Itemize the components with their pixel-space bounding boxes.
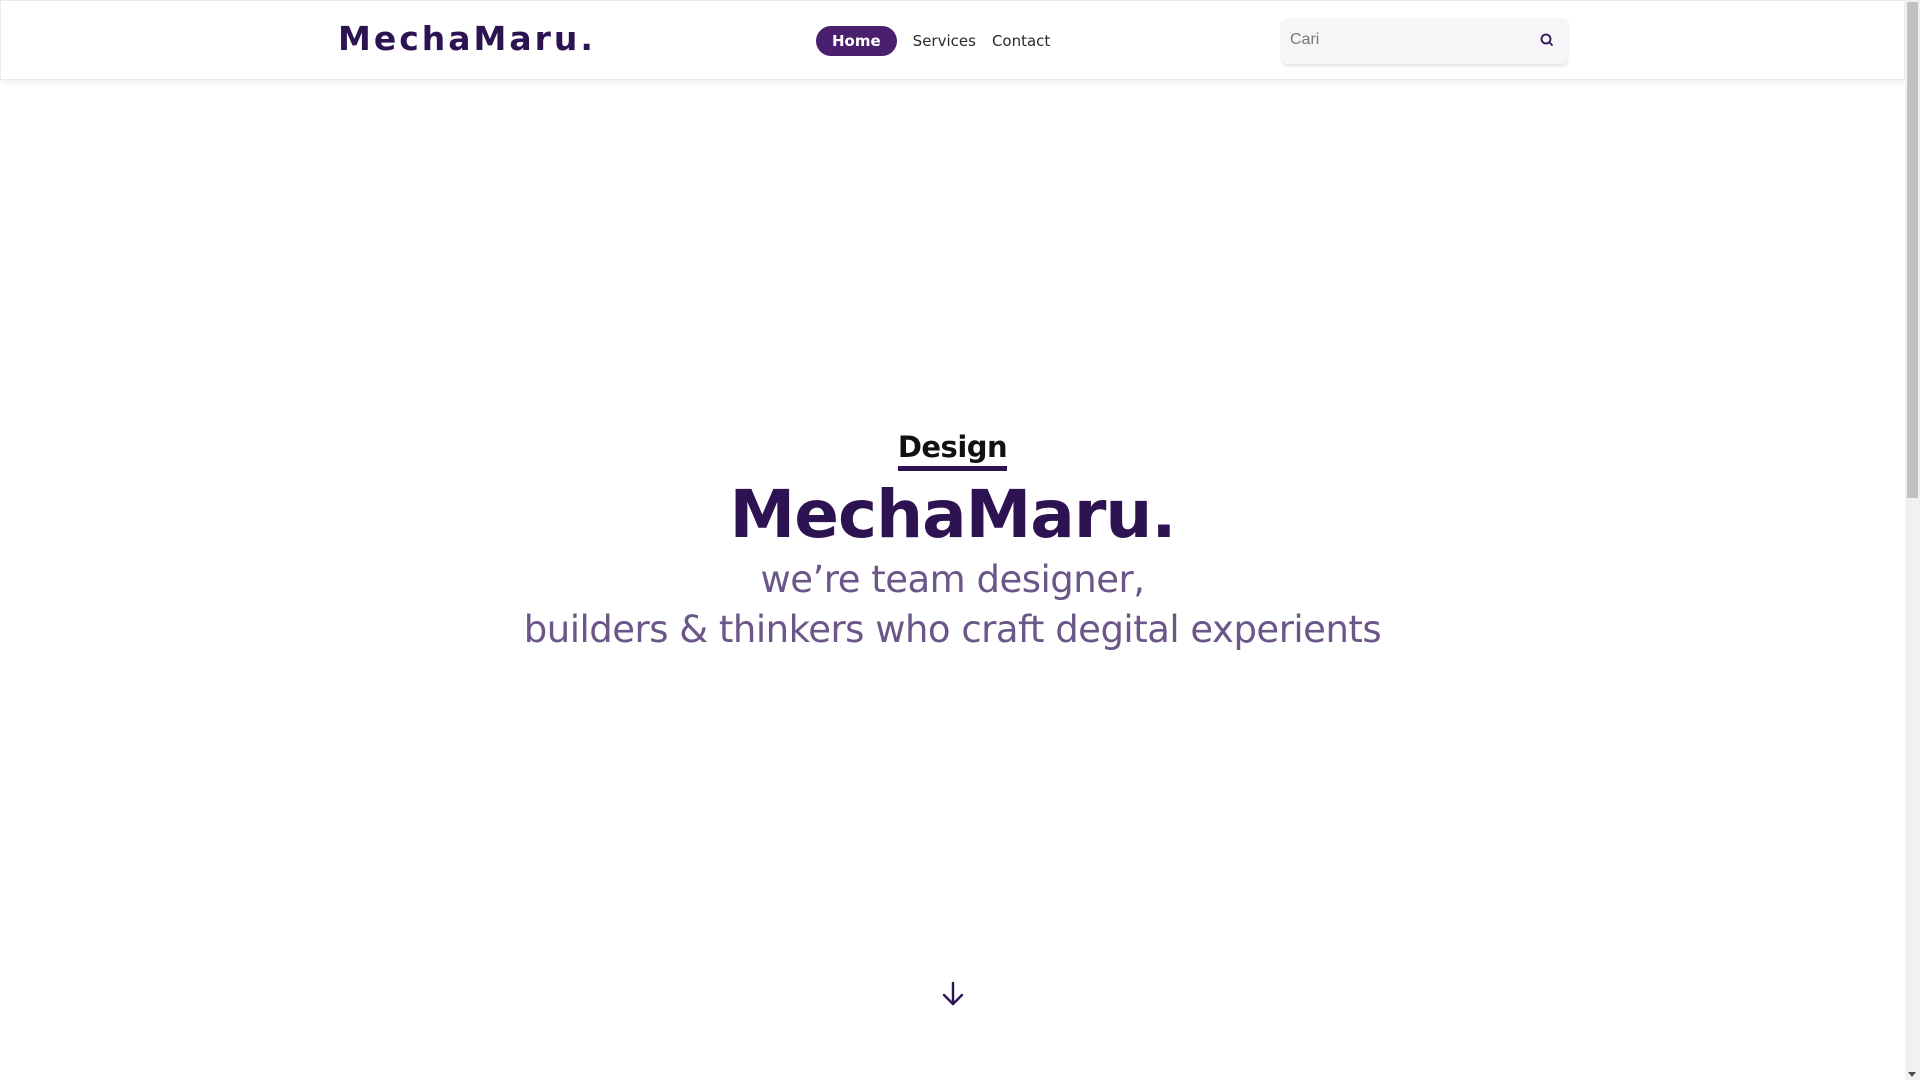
hero-subtitle-line1: we’re team designer, [760,558,1145,601]
vertical-scrollbar[interactable] [1905,0,1920,1080]
search-box [1282,18,1568,64]
nav-link-contact[interactable]: Contact [984,26,1058,56]
search-input[interactable] [1282,18,1528,62]
navbar: MechaMaru. Home Services Contact [0,0,1905,80]
scrollbar-thumb[interactable] [1907,2,1918,498]
hero-title: MechaMaru. [729,476,1177,553]
hero-section: Design MechaMaru. we’re team designer, b… [0,430,1905,655]
hero-subtitle-line2: builders & thinkers who craft degital ex… [523,608,1382,651]
nav-link-home[interactable]: Home [816,26,897,56]
hero-eyebrow: Design [897,430,1008,471]
nav-link-services[interactable]: Services [905,26,984,56]
page-viewport: MechaMaru. Home Services Contact Design … [0,0,1905,1080]
brand-logo[interactable]: MechaMaru. [338,19,596,58]
search-icon[interactable] [1538,31,1556,49]
main-nav: Home Services Contact [816,26,1058,56]
scrollbar-down-arrow-icon[interactable] [1908,1072,1916,1077]
arrow-down-icon[interactable] [940,980,966,1008]
